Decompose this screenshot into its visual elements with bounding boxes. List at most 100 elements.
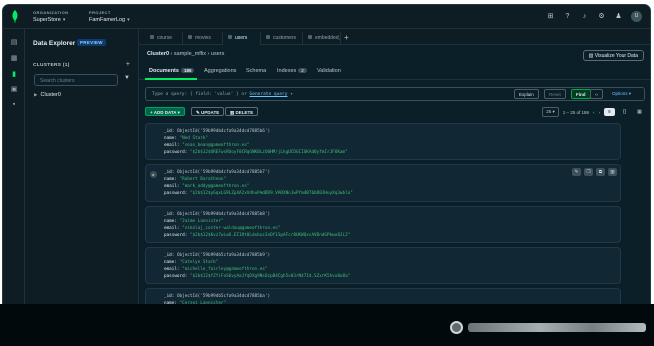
mongodb-leaf-icon[interactable]: [11, 10, 19, 23]
organization-selector[interactable]: ORGANIZATION SuperStore ▾: [33, 10, 68, 23]
tab-indexes[interactable]: Indexes 2: [277, 68, 307, 74]
tab-users[interactable]: users: [223, 32, 261, 45]
organization-label: ORGANIZATION: [33, 10, 69, 15]
project-value: FamFamerLog: [89, 17, 126, 23]
generate-query-link[interactable]: Generate query: [250, 92, 288, 97]
doc-name: "Catelyn Stark": [179, 260, 219, 265]
doc-name: "Jaime Lannister": [179, 219, 224, 224]
collection-icon: [188, 35, 192, 39]
avatar[interactable]: U: [631, 11, 642, 22]
tab-customers[interactable]: customers: [261, 32, 303, 45]
workspace-tab-bar: course movies users customers embedded_m…: [139, 29, 650, 45]
clusters-label: CLUSTERS (1): [33, 63, 70, 68]
reset-button[interactable]: Reset: [544, 89, 566, 99]
doc-email: "nikolaj_coster-waldau@gameofthron.es": [182, 226, 281, 231]
tab-movies[interactable]: movies: [183, 32, 223, 45]
top-bar: ORGANIZATION SuperStore ▾ PROJECT FamFame…: [3, 5, 650, 29]
query-history-icon[interactable]: ‹›: [590, 89, 603, 99]
collection-icon: [266, 35, 270, 39]
chevron-down-icon: ▾: [127, 17, 130, 23]
list-view-icon[interactable]: ≡: [604, 108, 615, 116]
compass-window: ORGANIZATION SuperStore ▾ PROJECT FamFame…: [2, 4, 651, 314]
find-button[interactable]: Find: [571, 89, 591, 99]
options-button[interactable]: Options ▾: [608, 89, 635, 99]
document-card[interactable]: ▸ ✎ ❐ ⧉ ▥ _id: ObjectId('59b99db4cfa9a34…: [145, 164, 621, 202]
cluster-search-input[interactable]: Search clusters: [34, 74, 118, 86]
collection-subtabs: Documents 186 Aggregations Schema Indexes…: [139, 65, 650, 80]
watermark: [450, 320, 646, 336]
project-selector[interactable]: PROJECT FamFamerLog ▾: [89, 10, 130, 23]
add-cluster-icon[interactable]: +: [126, 61, 130, 68]
json-view-icon[interactable]: {}: [619, 108, 630, 116]
doc-id: ObjectId('59b99db5cfa9a34dcd7885ba'): [176, 294, 271, 299]
add-data-button[interactable]: + ADD DATA ▾: [145, 107, 185, 116]
table-view-icon[interactable]: ▦: [634, 108, 645, 116]
terminal-icon[interactable]: ▣: [10, 86, 18, 94]
collection-icon: [228, 35, 232, 39]
doc-password: "$2b$12$UREFwsRUoyF0CRqGNK0LzO0HM/jLhgUC…: [189, 150, 348, 155]
person-icon[interactable]: ♟: [614, 12, 623, 21]
delete-button[interactable]: ▥ DELETE: [225, 107, 259, 116]
expand-icon[interactable]: ▸: [150, 171, 157, 178]
document-card[interactable]: _id: ObjectId('59b99db4cfa9a34dcd7885b8'…: [145, 206, 621, 243]
tab-label: users: [235, 35, 248, 41]
breadcrumb-cluster[interactable]: Cluster0: [147, 51, 169, 57]
breadcrumb-collection[interactable]: users: [211, 51, 224, 57]
tab-aggregations[interactable]: Aggregations: [204, 68, 236, 74]
watermark-text: [468, 323, 646, 332]
watermark-logo-icon: [450, 321, 463, 334]
organization-value: SuperStore: [33, 17, 61, 23]
explain-button[interactable]: Explain: [514, 89, 539, 99]
doc-password: "$2b$12$yGqxLG9LZpXA2xVdhuPmdDD9.VARXNnJ…: [189, 191, 353, 196]
next-page-icon[interactable]: ›: [599, 110, 601, 115]
grid-icon[interactable]: ⊞: [546, 12, 555, 21]
tab-label: course: [157, 35, 173, 41]
chart-icon[interactable]: ▮: [10, 71, 18, 79]
tab-documents[interactable]: Documents 186: [149, 68, 195, 74]
clone-icon[interactable]: ⧉: [596, 168, 605, 176]
document-card[interactable]: _id: ObjectId('59b99db4cfa9a34dcd7885b6'…: [145, 123, 621, 160]
prev-page-icon[interactable]: ‹: [593, 110, 595, 115]
tab-course[interactable]: course: [145, 32, 183, 45]
page-size-select[interactable]: 25 ▾: [542, 107, 559, 117]
copy-icon[interactable]: ❐: [584, 168, 593, 176]
filter-icon[interactable]: ▼: [124, 75, 130, 81]
data-explorer-panel: Data Explorer PREVIEW CLUSTERS (1) + Sea…: [25, 29, 139, 313]
doc-email: "mark_addy@gameofthron.es": [182, 184, 250, 189]
page-range: 1 – 25 of 186: [562, 109, 589, 115]
update-button[interactable]: ✎ UPDATE: [191, 107, 225, 116]
new-tab-icon[interactable]: +: [344, 33, 349, 42]
query-input[interactable]: Type a query: { field: 'value' } or Gene…: [152, 92, 293, 97]
doc-id: ObjectId('59b99db4cfa9a34dcd7885b6'): [176, 129, 271, 134]
tab-validation[interactable]: Validation: [317, 68, 341, 74]
help-icon[interactable]: ?: [563, 12, 572, 21]
visualize-data-button[interactable]: ▥ Visualize Your Data: [582, 50, 644, 61]
chevron-down-icon: ▾: [62, 17, 66, 23]
query-bar[interactable]: Type a query: { field: 'value' } or Gene…: [145, 87, 645, 101]
button-label: Visualize Your Data: [594, 53, 638, 59]
top-icons: ⊞ ? ♪ ⚙ ♟ U: [546, 11, 642, 22]
doc-name: "Ned Stark": [179, 136, 208, 141]
project-label: PROJECT: [89, 10, 111, 15]
document-card[interactable]: _id: ObjectId('59b99db5cfa9a34dcd7885b9'…: [145, 247, 621, 284]
database-icon[interactable]: ▤: [10, 39, 18, 47]
document-actions: + ADD DATA ▾ ✎ UPDATE ▥ DELETE 25 ▾ 1 – …: [145, 107, 645, 119]
doc-password: "$2b$12$6vz7wiwO.EI1Rt0Ldxbuz3nDf1SpAFcr…: [189, 233, 351, 238]
doc-name: "Robert Baratheon": [179, 177, 227, 182]
gear-icon[interactable]: ⚙: [597, 12, 606, 21]
cluster-item[interactable]: ▶ Cluster0: [34, 92, 61, 98]
tab-schema[interactable]: Schema: [246, 68, 266, 74]
tab-embedded-movies[interactable]: embedded_movies: [303, 32, 341, 45]
active-tab-indicator: [145, 78, 197, 80]
main-area: course movies users customers embedded_m…: [139, 29, 650, 313]
lock-icon[interactable]: ▪: [10, 101, 18, 109]
edit-icon[interactable]: ✎: [572, 168, 581, 176]
trash-icon[interactable]: ▥: [608, 168, 617, 176]
bell-icon[interactable]: ♪: [580, 12, 589, 21]
doc-id: ObjectId('59b99db5cfa9a34dcd7885b9'): [176, 253, 271, 258]
panel-title: Data Explorer: [33, 40, 76, 47]
sparkle-icon: ✦: [287, 92, 293, 97]
document-icon[interactable]: ▦: [10, 55, 18, 63]
breadcrumb-database[interactable]: sample_mflix: [174, 51, 206, 57]
tab-label: embedded_movies: [315, 35, 341, 41]
